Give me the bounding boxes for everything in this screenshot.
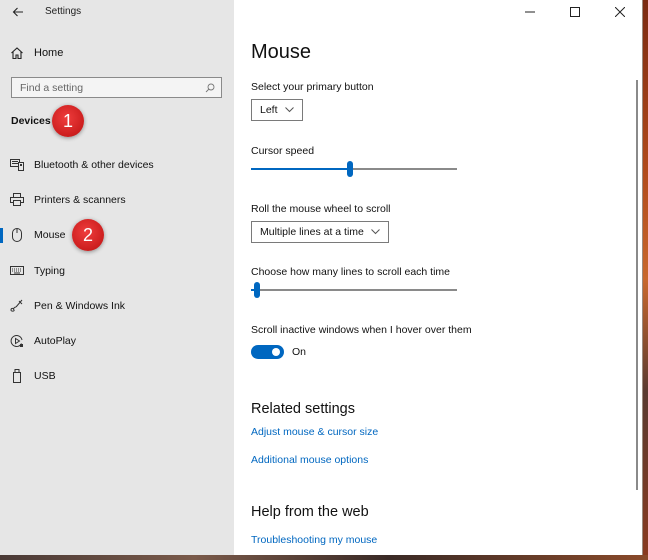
slider-track — [251, 289, 457, 291]
home-label: Home — [34, 47, 64, 59]
bluetooth-devices-icon — [10, 158, 24, 172]
minimize-icon — [524, 11, 535, 13]
sidebar-item-label: Typing — [34, 264, 65, 277]
keyboard-icon — [10, 264, 24, 278]
wheel-scroll-label: Roll the mouse wheel to scroll — [251, 203, 391, 215]
page-title: Mouse — [251, 41, 312, 63]
chevron-down-icon — [371, 229, 380, 235]
chevron-down-icon — [284, 107, 294, 113]
maximize-icon — [569, 7, 580, 17]
toggle-state-label: On — [292, 346, 307, 358]
troubleshooting-link[interactable]: Troubleshooting my mouse — [251, 534, 377, 546]
search-icon[interactable] — [205, 83, 215, 93]
desktop-background — [643, 0, 648, 560]
primary-button-label: Select your primary button — [251, 81, 374, 93]
annotation-badge-2: 2 — [72, 219, 104, 251]
sidebar-item-label: Pen & Windows Ink — [34, 299, 126, 312]
additional-mouse-options-link[interactable]: Additional mouse options — [251, 454, 368, 466]
close-icon — [614, 7, 625, 17]
scrollbar[interactable] — [636, 80, 638, 490]
back-button[interactable] — [9, 3, 27, 21]
close-button[interactable] — [597, 0, 642, 24]
related-settings-heading: Related settings — [251, 401, 355, 417]
usb-icon — [10, 369, 24, 384]
wheel-scroll-value: Multiple lines at a time — [260, 226, 364, 238]
maximize-button[interactable] — [552, 0, 597, 24]
settings-window: Settings Home Devices Bluetooth & other … — [0, 0, 643, 555]
toggle-knob — [272, 348, 280, 356]
sidebar-item-label: AutoPlay — [34, 335, 77, 348]
section-title-devices: Devices — [11, 115, 51, 127]
selected-indicator — [0, 227, 3, 243]
primary-button-value: Left — [260, 104, 278, 116]
home-icon — [11, 47, 23, 60]
slider-thumb[interactable] — [346, 161, 353, 177]
search-box[interactable] — [11, 77, 222, 98]
lines-scroll-slider[interactable] — [251, 282, 457, 298]
minimize-button[interactable] — [507, 0, 552, 24]
slider-fill — [251, 168, 350, 170]
adjust-cursor-size-link[interactable]: Adjust mouse & cursor size — [251, 426, 378, 438]
scroll-inactive-toggle[interactable] — [251, 345, 284, 359]
sidebar-item-mouse[interactable]: Mouse — [0, 218, 234, 253]
primary-button-dropdown[interactable]: Left — [251, 99, 303, 121]
app-title: Settings — [45, 6, 82, 17]
printer-icon — [10, 193, 24, 207]
sidebar-item-home[interactable]: Home — [10, 44, 63, 62]
sidebar-nav: Bluetooth & other devices Printers & sca… — [0, 147, 234, 394]
sidebar-item-label: Bluetooth & other devices — [34, 158, 154, 171]
slider-thumb[interactable] — [254, 282, 261, 298]
sidebar-item-printers[interactable]: Printers & scanners — [0, 182, 234, 217]
sidebar-item-autoplay[interactable]: AutoPlay — [0, 323, 234, 358]
sidebar-item-bluetooth[interactable]: Bluetooth & other devices — [0, 147, 234, 182]
mouse-icon — [10, 228, 24, 243]
sidebar: Settings Home Devices Bluetooth & other … — [0, 0, 234, 555]
autoplay-icon — [10, 334, 24, 348]
cursor-speed-slider[interactable] — [251, 161, 457, 177]
lines-scroll-label: Choose how many lines to scroll each tim… — [251, 266, 451, 278]
sidebar-item-usb[interactable]: USB — [0, 359, 234, 394]
desktop-background — [0, 555, 648, 560]
sidebar-item-typing[interactable]: Typing — [0, 253, 234, 288]
annotation-badge-1: 1 — [52, 105, 84, 137]
scroll-inactive-label: Scroll inactive windows when I hover ove… — [251, 324, 472, 336]
sidebar-item-label: Mouse — [34, 229, 66, 242]
sidebar-item-label: USB — [34, 370, 56, 383]
sidebar-item-pen[interactable]: Pen & Windows Ink — [0, 288, 234, 323]
cursor-speed-label: Cursor speed — [251, 145, 315, 157]
sidebar-item-label: Printers & scanners — [34, 193, 126, 206]
wheel-scroll-dropdown[interactable]: Multiple lines at a time — [251, 221, 389, 243]
help-heading: Help from the web — [251, 504, 369, 520]
search-input[interactable] — [20, 81, 205, 94]
back-arrow-icon — [12, 7, 23, 17]
window-controls — [507, 0, 642, 24]
pen-icon — [10, 299, 24, 313]
